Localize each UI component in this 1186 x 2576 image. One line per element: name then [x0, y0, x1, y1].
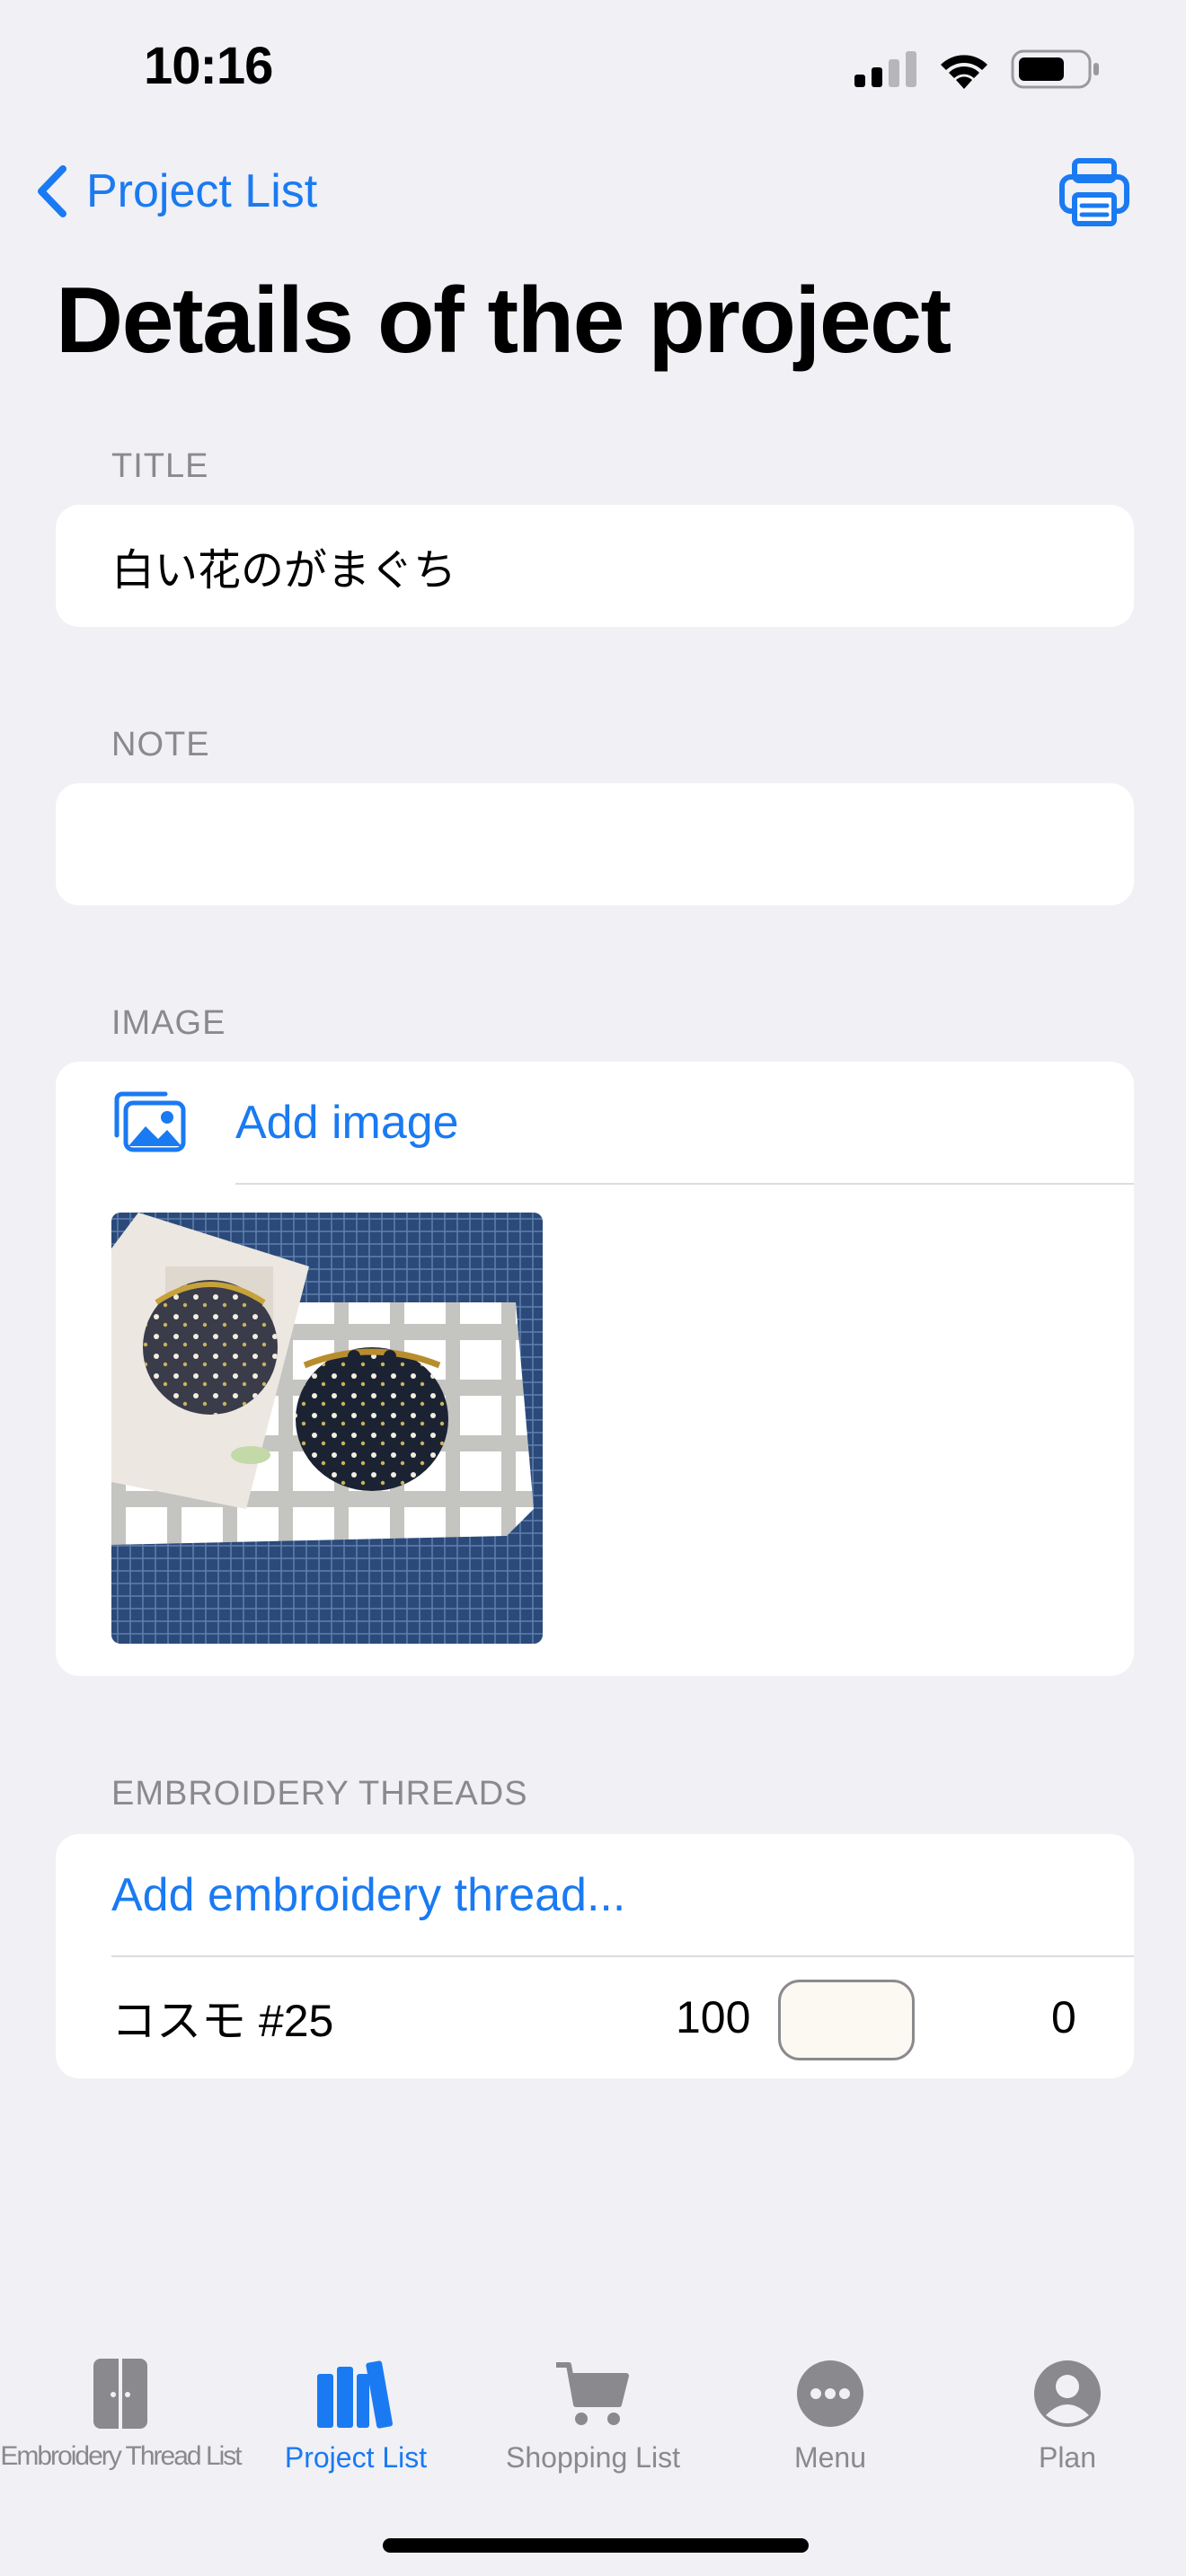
home-indicator	[383, 2538, 809, 2553]
page-title: Details of the project	[56, 269, 951, 373]
tab-label: Embroidery Thread List	[0, 2441, 242, 2471]
divider	[235, 1183, 1134, 1185]
add-thread-button[interactable]: Add embroidery thread...	[111, 1834, 625, 1956]
tab-project-list[interactable]: Project List	[237, 2353, 474, 2488]
add-image-button[interactable]: Add image	[56, 1062, 1134, 1184]
status-icons	[854, 47, 1101, 92]
status-time: 10:16	[144, 37, 273, 95]
wifi-icon	[941, 55, 987, 89]
threads-card: Add embroidery thread... コスモ #25 100 0	[56, 1834, 1134, 2078]
thread-number: 100	[676, 1992, 751, 2042]
tab-label: Plan	[1038, 2441, 1097, 2474]
battery-icon	[1011, 49, 1099, 89]
back-button[interactable]: Project List	[32, 160, 317, 223]
title-field[interactable]: 白い花のがまぐち	[56, 505, 1134, 627]
tab-menu[interactable]: Menu	[712, 2353, 949, 2488]
thread-box-icon	[93, 2359, 147, 2429]
title-field-value: 白い花のがまぐち	[111, 547, 457, 595]
cellular-signal-icon	[854, 51, 916, 87]
books-icon	[317, 2360, 393, 2429]
project-photo[interactable]	[111, 1213, 543, 1644]
tab-shopping-list[interactable]: Shopping List	[474, 2353, 712, 2488]
threads-section-label: EMBROIDERY THREADS	[111, 1775, 528, 1813]
tab-label: Shopping List	[506, 2441, 680, 2474]
tab-plan[interactable]: Plan	[949, 2353, 1186, 2488]
tab-label: Project List	[284, 2441, 428, 2474]
back-button-label: Project List	[86, 165, 318, 217]
ellipsis-circle-icon	[797, 2360, 863, 2427]
cart-icon	[556, 2362, 629, 2425]
note-field[interactable]	[56, 783, 1134, 905]
thread-name: コスモ #25	[111, 1996, 334, 2046]
add-image-label: Add image	[235, 1097, 459, 1149]
photo-stack-icon	[114, 1091, 186, 1152]
title-section-label: TITLE	[111, 447, 209, 485]
note-section-label: NOTE	[111, 726, 210, 763]
image-section-label: IMAGE	[111, 1004, 226, 1042]
tab-label: Menu	[793, 2441, 867, 2474]
tab-embroidery-thread-list[interactable]: Embroidery Thread List	[0, 2353, 243, 2488]
printer-icon	[1059, 158, 1129, 226]
print-button[interactable]	[1058, 157, 1130, 227]
thread-count: 0	[1051, 1992, 1076, 2042]
person-circle-icon	[1034, 2360, 1101, 2427]
chevron-left-icon	[38, 165, 66, 217]
thread-color-swatch[interactable]	[778, 1980, 915, 2060]
image-card: Add image	[56, 1062, 1134, 1676]
